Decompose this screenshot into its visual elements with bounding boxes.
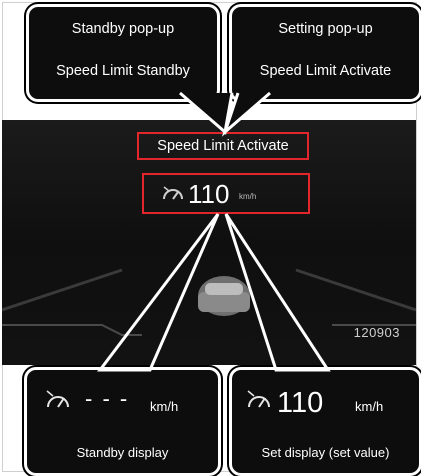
- set-value: 110: [277, 387, 324, 419]
- set-caption: Set display (set value): [261, 445, 390, 460]
- vehicle-icon: [198, 276, 250, 316]
- standby-popup-message: Speed Limit Standby: [56, 63, 190, 79]
- standby-popup: Standby pop-up Speed Limit Standby: [26, 4, 220, 102]
- odometer: 120903: [353, 325, 400, 340]
- speed-limiter-gauge-icon: [163, 186, 183, 200]
- standby-unit: km/h: [150, 399, 179, 414]
- standby-display-panel: - - - km/h Standby display: [24, 367, 221, 476]
- standby-value: - - -: [85, 386, 130, 411]
- standby-caption: Standby display: [76, 445, 169, 460]
- set-display-panel: 110 km/h Set display (set value): [229, 367, 421, 476]
- active-message-highlight: Speed Limit Activate: [137, 132, 309, 160]
- speed-unit: km/h: [239, 192, 257, 201]
- speed-limiter-gauge-icon: [247, 390, 270, 408]
- setting-popup-message: Speed Limit Activate: [259, 63, 392, 79]
- speed-limiter-gauge-icon: [46, 390, 69, 408]
- speed-display-highlight: 110 km/h: [142, 173, 310, 214]
- standby-popup-title: Standby pop-up: [71, 21, 175, 37]
- setting-popup: Setting pop-up Speed Limit Activate: [229, 4, 421, 102]
- set-unit: km/h: [355, 399, 384, 414]
- setting-popup-title: Setting pop-up: [278, 21, 373, 37]
- speed-value: 110: [188, 179, 230, 209]
